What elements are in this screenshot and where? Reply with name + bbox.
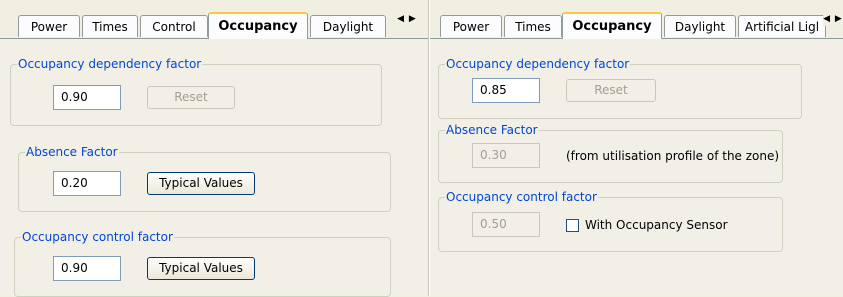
tab-power[interactable]: Power <box>440 15 502 37</box>
occupancy-sensor-checkbox[interactable] <box>566 219 579 232</box>
left-panel: Power Times Control Occupancy Daylight ◀… <box>0 0 429 297</box>
tab-control[interactable]: Control <box>140 15 208 37</box>
tab-scroll-arrows[interactable]: ◀ ▶ <box>396 12 418 26</box>
group-legend: Occupancy control factor <box>445 190 598 204</box>
tab-scroll-arrows-left-edge <box>430 12 440 26</box>
tab-artificial-light[interactable]: Artificial Ligl <box>738 15 826 37</box>
reset-button[interactable]: Reset <box>147 86 235 109</box>
occupancy-sensor-label[interactable]: With Occupancy Sensor <box>585 218 728 232</box>
tab-occupancy[interactable]: Occupancy <box>208 12 308 39</box>
occupancy-control-input[interactable]: 0.90 <box>53 256 121 281</box>
right-tab-bar: Power Times Occupancy Daylight Artificia… <box>430 0 843 39</box>
group-legend: Occupancy dependency factor <box>445 57 631 71</box>
tab-times[interactable]: Times <box>82 15 138 37</box>
tab-daylight[interactable]: Daylight <box>664 15 736 37</box>
group-legend: Absence Factor <box>445 123 539 137</box>
tab-power[interactable]: Power <box>18 15 80 37</box>
reset-button[interactable]: Reset <box>566 79 656 102</box>
tab-daylight[interactable]: Daylight <box>310 15 386 37</box>
group-legend: Absence Factor <box>25 145 119 159</box>
absence-factor-note: (from utilisation profile of the zone) <box>566 149 780 163</box>
typical-values-button[interactable]: Typical Values <box>147 257 255 280</box>
group-legend: Occupancy dependency factor <box>17 57 203 71</box>
occupancy-control-input: 0.50 <box>472 212 540 237</box>
occupancy-dependency-input[interactable]: 0.90 <box>53 85 121 110</box>
tab-scroll-arrows[interactable]: ◀ ▶ <box>823 12 843 26</box>
tab-occupancy[interactable]: Occupancy <box>562 12 662 39</box>
absence-factor-input: 0.30 <box>472 143 540 168</box>
group-legend: Occupancy control factor <box>21 230 174 244</box>
absence-factor-input[interactable]: 0.20 <box>53 171 121 196</box>
typical-values-button[interactable]: Typical Values <box>147 172 255 195</box>
tab-times[interactable]: Times <box>504 15 562 37</box>
left-tab-bar: Power Times Control Occupancy Daylight ◀… <box>0 0 429 39</box>
occupancy-dependency-input[interactable]: 0.85 <box>472 78 540 103</box>
right-panel: Power Times Occupancy Daylight Artificia… <box>430 0 843 296</box>
